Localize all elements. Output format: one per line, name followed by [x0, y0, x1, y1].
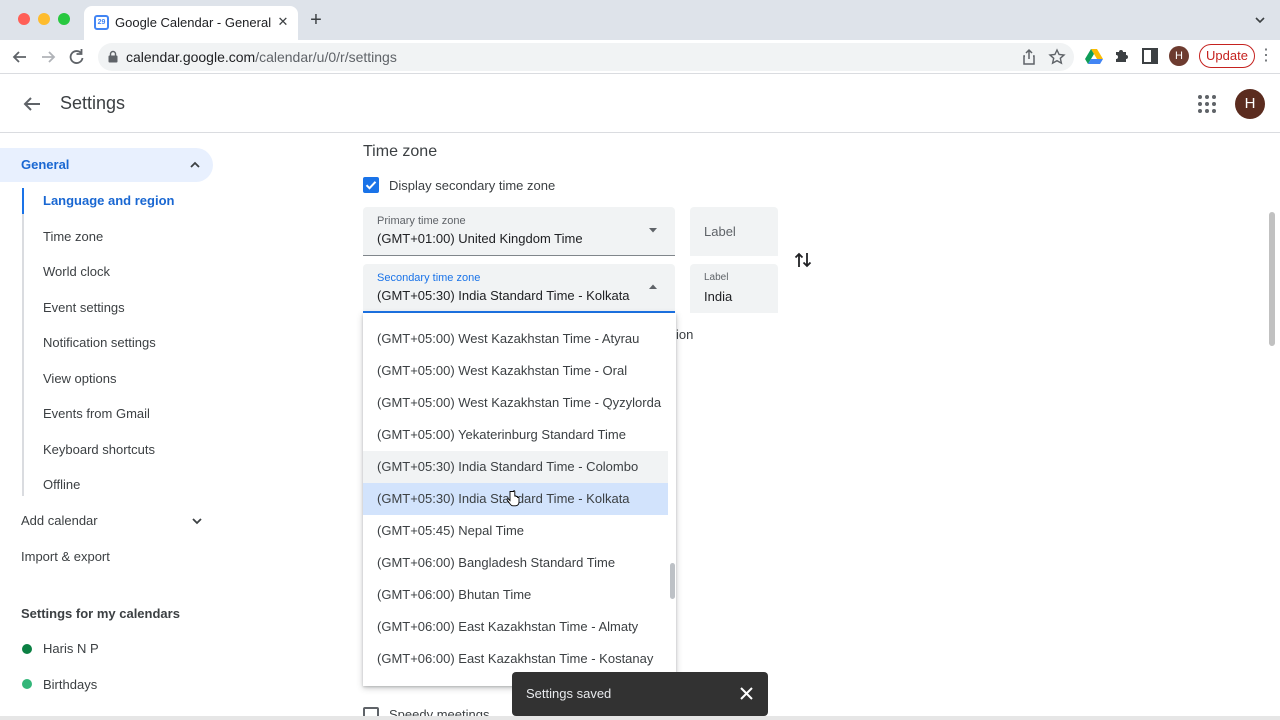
nav-calendar-haris[interactable]: Haris N P	[43, 641, 99, 656]
lock-icon[interactable]	[107, 50, 119, 63]
browser-menu-kebab-icon[interactable]: ⋮	[1258, 46, 1274, 66]
chevron-down-icon[interactable]	[190, 514, 204, 528]
reload-icon[interactable]	[65, 46, 87, 68]
primary-time-zone-value: (GMT+01:00) United Kingdom Time	[377, 231, 583, 246]
my-calendars-heading: Settings for my calendars	[21, 606, 180, 621]
secondary-time-zone-value: (GMT+05:30) India Standard Time - Kolkat…	[377, 288, 630, 303]
nav-item-offline[interactable]: Offline	[43, 477, 80, 492]
nav-general-label: General	[21, 157, 70, 172]
snackbar-message: Settings saved	[526, 686, 612, 701]
url-text: calendar.google.com/calendar/u/0/r/setti…	[126, 49, 397, 65]
nav-add-calendar[interactable]: Add calendar	[21, 513, 98, 528]
new-tab-button[interactable]: +	[306, 10, 326, 30]
nav-sub-rail-active-indicator	[22, 188, 24, 214]
settings-nav: General Language and region Time zone Wo…	[0, 134, 240, 720]
browser-tab-bar: 29 Google Calendar - General setti ✕ +	[0, 0, 1280, 40]
partially-hidden-option-text: ion	[676, 327, 694, 342]
account-avatar[interactable]: H	[1235, 89, 1265, 119]
share-icon[interactable]	[1020, 48, 1038, 66]
chevron-up-icon[interactable]	[188, 158, 202, 172]
snackbar: Settings saved	[512, 672, 768, 716]
secondary-time-zone-select[interactable]: Secondary time zone (GMT+05:30) India St…	[363, 264, 675, 313]
calendar-color-dot	[22, 644, 32, 654]
google-drive-icon[interactable]	[1084, 46, 1104, 66]
back-icon[interactable]	[9, 46, 31, 68]
time-zone-option[interactable]: (GMT+06:00) East Kazakhstan Time - Kosta…	[363, 643, 668, 675]
nav-sub-rail	[22, 188, 24, 496]
nav-item-notification-settings[interactable]: Notification settings	[43, 335, 156, 350]
calendar-color-dot	[22, 679, 32, 689]
primary-time-zone-label: Primary time zone	[377, 215, 466, 227]
dropdown-arrow-icon	[649, 228, 657, 233]
time-zone-option-hovered[interactable]: (GMT+05:30) India Standard Time - Colomb…	[363, 451, 668, 483]
time-zone-option[interactable]: (GMT+06:00) Bangladesh Standard Time	[363, 547, 668, 579]
window-bottom-edge	[0, 716, 1280, 720]
nav-item-events-from-gmail[interactable]: Events from Gmail	[43, 406, 150, 421]
google-apps-grid-icon[interactable]	[1196, 93, 1218, 115]
nav-item-world-clock[interactable]: World clock	[43, 264, 110, 279]
bookmark-star-icon[interactable]	[1048, 48, 1066, 66]
listbox-scrollbar-thumb[interactable]	[670, 563, 675, 599]
primary-time-zone-select[interactable]: Primary time zone (GMT+01:00) United Kin…	[363, 207, 675, 256]
back-arrow-icon[interactable]	[20, 92, 44, 116]
page-scrollbar-thumb[interactable]	[1269, 212, 1275, 346]
extensions-puzzle-icon[interactable]	[1112, 46, 1132, 66]
display-secondary-checkbox[interactable]	[363, 177, 379, 193]
window-zoom-button[interactable]	[58, 13, 70, 25]
nav-import-export[interactable]: Import & export	[21, 549, 110, 564]
browser-tab-active[interactable]: 29 Google Calendar - General setti ✕	[84, 6, 298, 40]
window-minimize-button[interactable]	[38, 13, 50, 25]
browser-update-button[interactable]: Update	[1199, 44, 1255, 68]
swap-time-zones-icon[interactable]	[792, 249, 814, 271]
url-path: /calendar/u/0/r/settings	[255, 49, 397, 65]
time-zone-option[interactable]: (GMT+05:00) West Kazakhstan Time - Atyra…	[363, 323, 668, 355]
secondary-label-value: India	[704, 289, 733, 304]
browser-profile-avatar[interactable]: H	[1169, 46, 1189, 66]
nav-calendar-birthdays[interactable]: Birthdays	[43, 677, 97, 692]
tab-title: Google Calendar - General setti	[115, 15, 273, 30]
address-bar[interactable]: calendar.google.com/calendar/u/0/r/setti…	[98, 43, 1074, 71]
secondary-time-zone-label: Secondary time zone	[377, 272, 481, 284]
nav-general[interactable]: General	[0, 148, 213, 182]
time-zone-option[interactable]: (GMT+05:00) Yekaterinburg Standard Time	[363, 419, 668, 451]
tab-close-icon[interactable]: ✕	[274, 13, 292, 31]
nav-item-keyboard-shortcuts[interactable]: Keyboard shortcuts	[43, 442, 155, 457]
dropdown-arrow-up-icon	[649, 284, 657, 289]
time-zone-option[interactable]: (GMT+06:00) East Kazakhstan Time - Almat…	[363, 611, 668, 643]
secondary-label-field-label: Label	[704, 272, 729, 283]
primary-label-input[interactable]: Label	[690, 207, 778, 256]
calendar-favicon-icon: 29	[94, 15, 109, 30]
nav-item-language-and-region[interactable]: Language and region	[43, 193, 174, 208]
time-zone-option[interactable]: (GMT+05:00) West Kazakhstan Time - Oral	[363, 355, 668, 387]
browser-toolbar: calendar.google.com/calendar/u/0/r/setti…	[0, 40, 1280, 74]
primary-label-placeholder: Label	[704, 224, 736, 239]
close-icon[interactable]	[738, 685, 755, 702]
time-zone-option[interactable]: (GMT+06:00) Bhutan Time	[363, 579, 668, 611]
nav-item-event-settings[interactable]: Event settings	[43, 300, 125, 315]
side-panel-icon[interactable]	[1140, 46, 1160, 66]
forward-icon[interactable]	[37, 46, 59, 68]
page-title: Settings	[60, 93, 126, 113]
time-zone-section-title: Time zone	[363, 143, 438, 160]
settings-header: Settings H	[0, 75, 1280, 133]
nav-item-view-options[interactable]: View options	[43, 371, 116, 386]
tab-search-chevron-icon[interactable]	[1252, 12, 1268, 28]
time-zone-option[interactable]: (GMT+05:45) Nepal Time	[363, 515, 668, 547]
secondary-label-input[interactable]: Label India	[690, 264, 778, 313]
time-zone-option[interactable]: (GMT+05:00) West Kazakhstan Time - Qyzyl…	[363, 387, 668, 419]
checkmark-icon	[365, 181, 377, 190]
url-host: calendar.google.com	[126, 49, 256, 65]
nav-item-time-zone[interactable]: Time zone	[43, 229, 103, 244]
mouse-pointer-hand-icon	[506, 490, 520, 507]
window-close-button[interactable]	[18, 13, 30, 25]
display-secondary-label[interactable]: Display secondary time zone	[389, 178, 555, 193]
